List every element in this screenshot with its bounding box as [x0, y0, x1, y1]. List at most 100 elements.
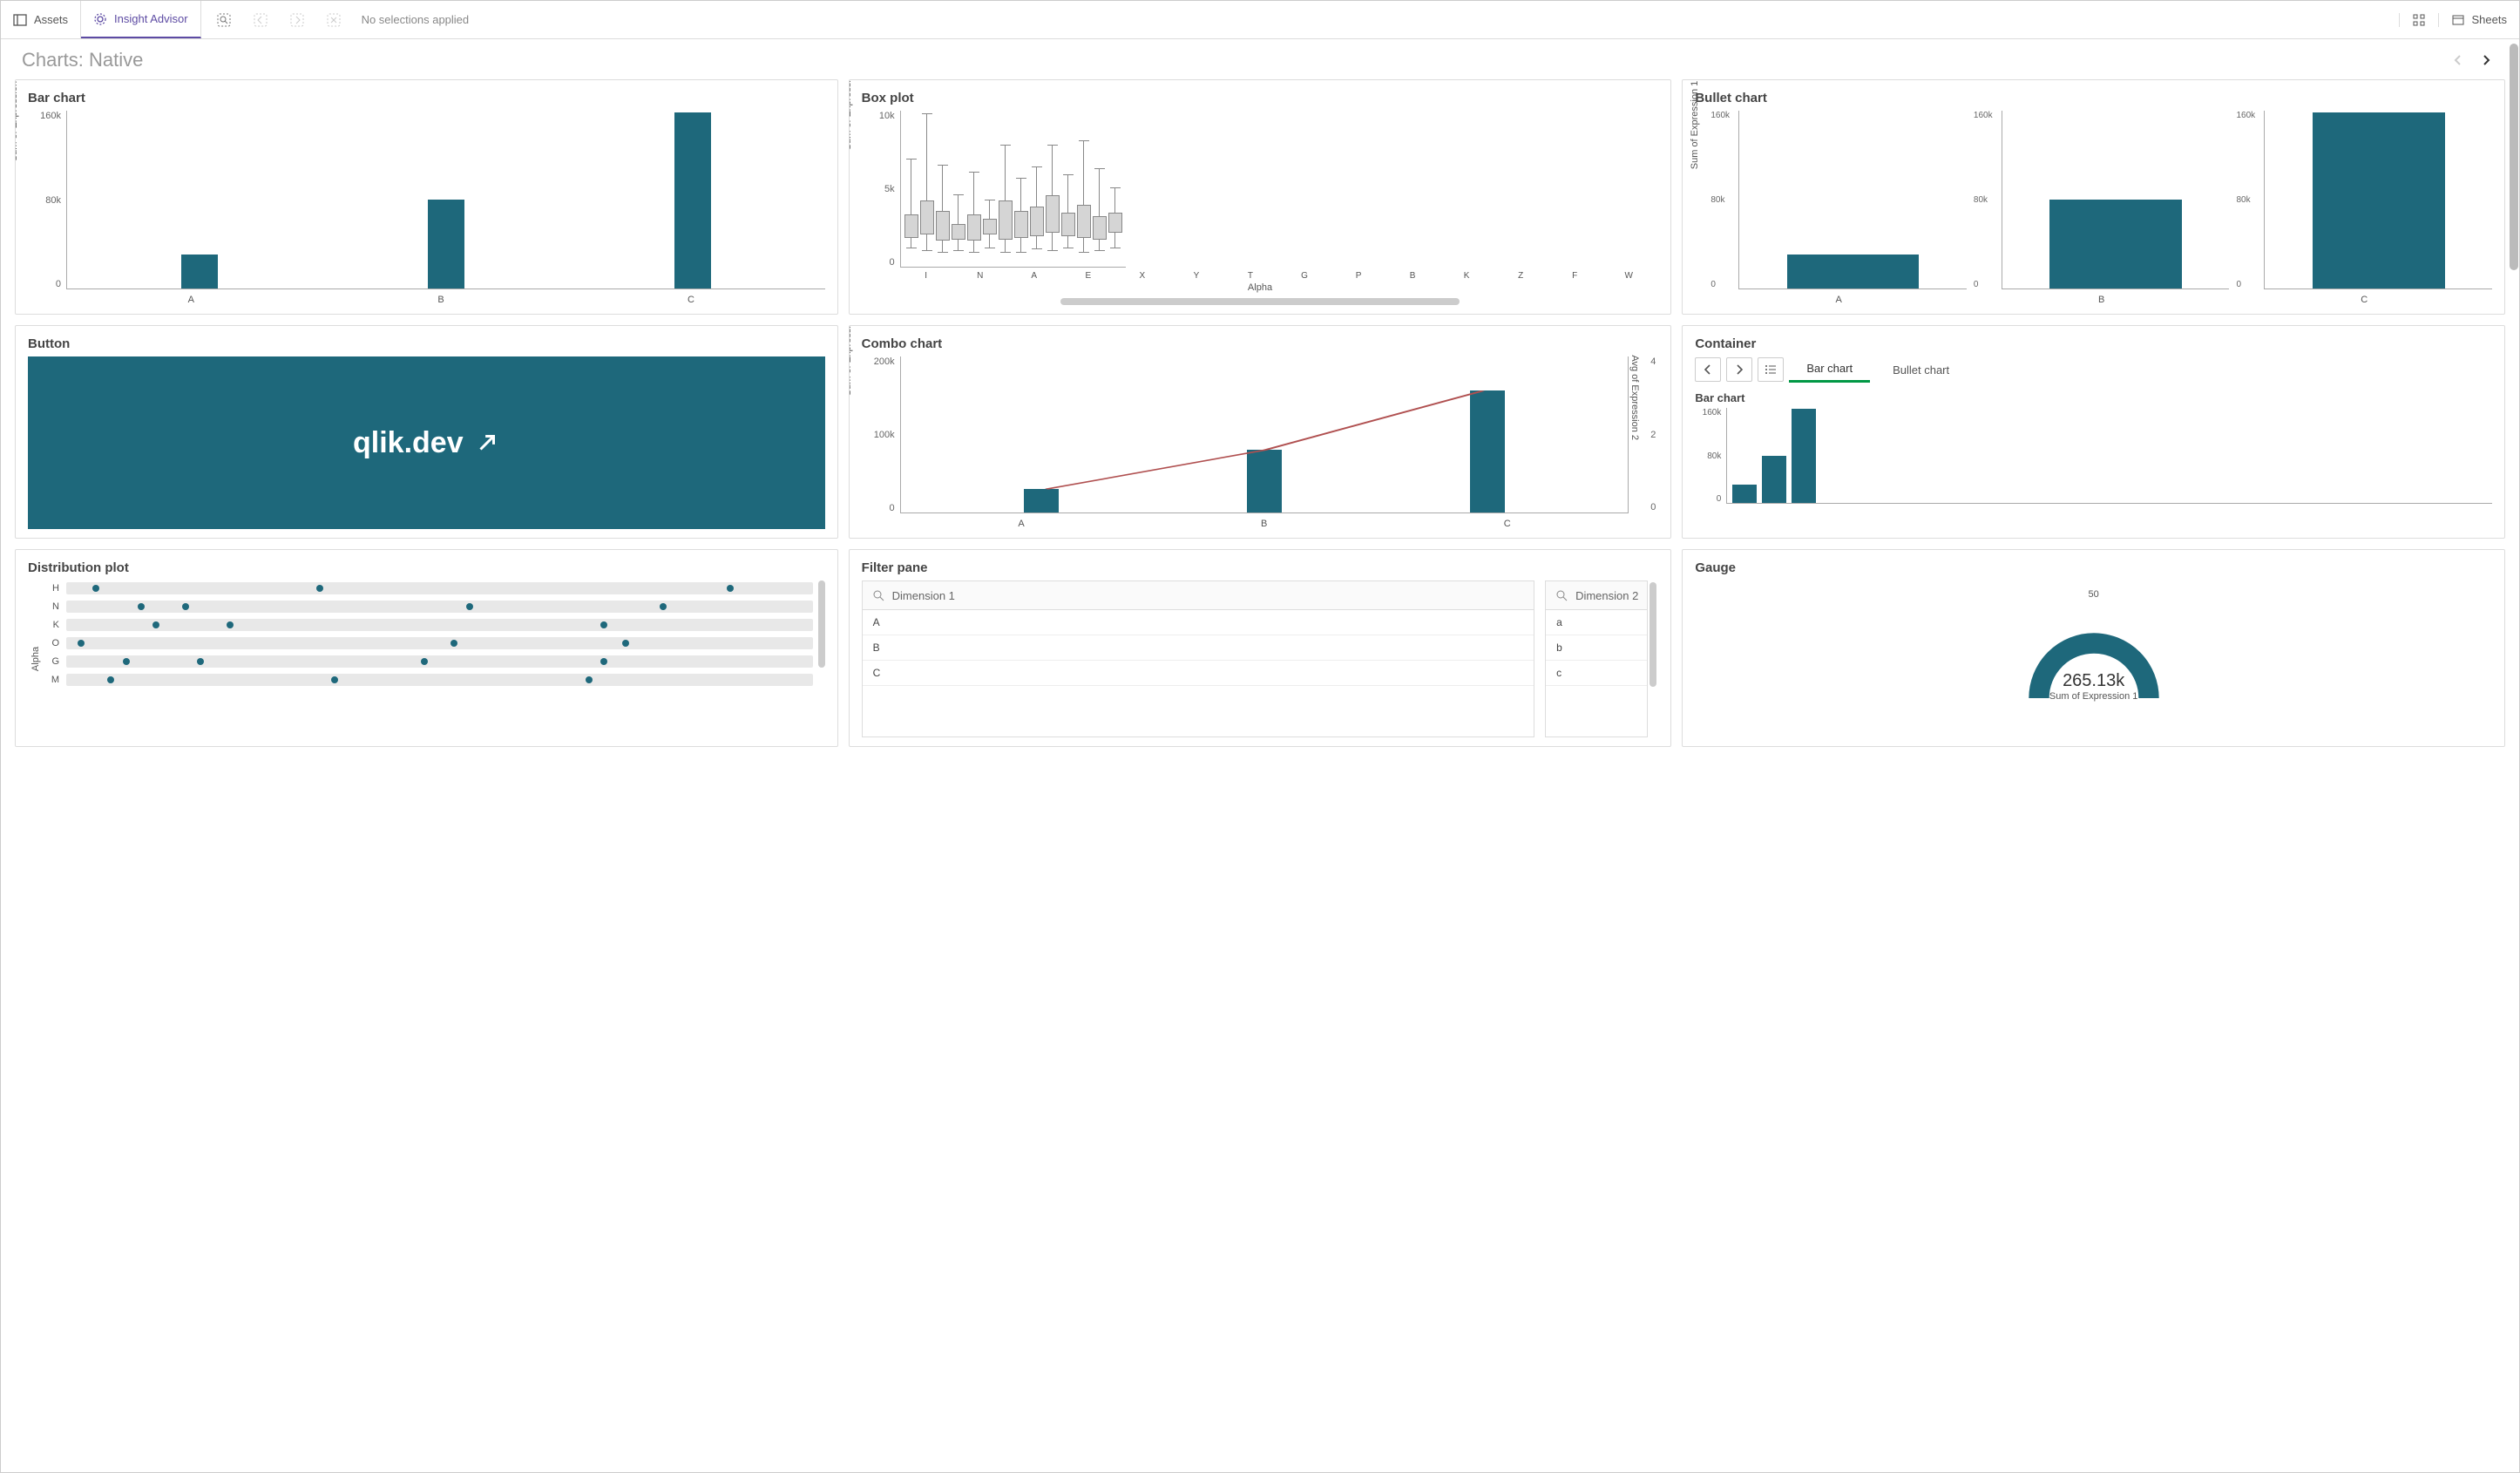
- dist-point[interactable]: [182, 603, 189, 610]
- toolbar-right: Sheets: [2399, 1, 2519, 38]
- filter-head-1[interactable]: Dimension 1: [863, 581, 1534, 610]
- card-distribution-plot[interactable]: Distribution plot Alpha HNKOGM: [15, 549, 838, 747]
- box-item-G[interactable]: [1014, 111, 1028, 267]
- step-forward-button[interactable]: [283, 8, 311, 32]
- container-prev-tab[interactable]: [1695, 357, 1721, 382]
- dist-point[interactable]: [421, 658, 428, 665]
- step-back-button[interactable]: [247, 8, 274, 32]
- dist-point[interactable]: [92, 585, 99, 592]
- dist-row-G[interactable]: G: [44, 654, 813, 669]
- card-bullet-chart[interactable]: Bullet chart Sum of Expression 1 160k80k…: [1682, 79, 2505, 315]
- dist-v-scrollbar[interactable]: [818, 580, 825, 668]
- filter-col-2-wrap: Dimension 2 a b c: [1545, 580, 1658, 737]
- page-v-scrollbar[interactable]: [2510, 44, 2518, 270]
- box-item-E[interactable]: [952, 111, 965, 267]
- dist-body: HNKOGM: [44, 580, 813, 737]
- box-item-Z[interactable]: [1077, 111, 1091, 267]
- box-y-axis: Sum of Expression 1 10k 5k 0: [862, 111, 900, 268]
- dist-point[interactable]: [622, 640, 629, 647]
- dist-point[interactable]: [450, 640, 457, 647]
- box-item-B[interactable]: [1046, 111, 1060, 267]
- dist-point[interactable]: [331, 676, 338, 683]
- filter-item[interactable]: a: [1546, 610, 1647, 635]
- list-icon: [1764, 363, 1778, 377]
- clear-selections-button[interactable]: [320, 8, 348, 32]
- box-h-scrollbar[interactable]: [1060, 298, 1459, 305]
- box-item-X[interactable]: [967, 111, 981, 267]
- top-toolbar: Assets Insight Advisor No selections app…: [1, 1, 2519, 39]
- dist-point[interactable]: [600, 658, 607, 665]
- container-bar-B[interactable]: [1762, 456, 1786, 504]
- dist-row-O[interactable]: O: [44, 635, 813, 651]
- chevron-left-icon: [2451, 53, 2465, 67]
- container-tab-bar[interactable]: Bar chart: [1789, 356, 1870, 383]
- dist-point[interactable]: [227, 621, 234, 628]
- dist-point[interactable]: [78, 640, 85, 647]
- next-sheet-button[interactable]: [2474, 48, 2498, 72]
- card-container[interactable]: Container Bar chart Bullet chart Bar cha…: [1682, 325, 2505, 539]
- box-item-N[interactable]: [920, 111, 934, 267]
- sheets-button[interactable]: Sheets: [2438, 13, 2519, 27]
- container-tab-list-button[interactable]: [1758, 357, 1784, 382]
- qlik-dev-button[interactable]: qlik.dev: [28, 356, 825, 529]
- dist-point[interactable]: [600, 621, 607, 628]
- bullet-bar-C[interactable]: [2313, 112, 2445, 288]
- filter-item[interactable]: A: [863, 610, 1534, 635]
- filter-item[interactable]: b: [1546, 635, 1647, 661]
- smart-search-button[interactable]: [210, 8, 238, 32]
- assets-button[interactable]: Assets: [1, 1, 81, 38]
- container-bar-A[interactable]: [1732, 485, 1757, 503]
- dist-point[interactable]: [197, 658, 204, 665]
- container-bar-C[interactable]: [1792, 409, 1816, 503]
- dist-point[interactable]: [586, 676, 593, 683]
- card-bar-chart[interactable]: Bar chart Sum of Expression 1 160k 80k 0: [15, 79, 838, 315]
- insight-advisor-button[interactable]: Insight Advisor: [81, 1, 201, 38]
- box-item-K[interactable]: [1061, 111, 1075, 267]
- combo-bar-A[interactable]: [1024, 489, 1059, 512]
- combo-bar-C[interactable]: [1470, 390, 1505, 512]
- box-item-Y[interactable]: [983, 111, 997, 267]
- dist-row-H[interactable]: H: [44, 580, 813, 596]
- container-tab-bullet[interactable]: Bullet chart: [1875, 358, 1967, 382]
- bar-C[interactable]: [674, 112, 711, 288]
- combo-y-right: 4 2 0: [1650, 356, 1656, 512]
- dist-point[interactable]: [152, 621, 159, 628]
- card-box-plot[interactable]: Box plot Sum of Expression 1 10k 5k 0 IN…: [849, 79, 1672, 315]
- filter-item[interactable]: c: [1546, 661, 1647, 686]
- dist-point[interactable]: [727, 585, 734, 592]
- box-item-A[interactable]: [936, 111, 950, 267]
- sheet-nav: [2446, 48, 2498, 72]
- container-next-tab[interactable]: [1726, 357, 1752, 382]
- dist-point[interactable]: [316, 585, 323, 592]
- dist-point[interactable]: [107, 676, 114, 683]
- box-item-I[interactable]: [904, 111, 918, 267]
- dist-point[interactable]: [466, 603, 473, 610]
- card-gauge[interactable]: Gauge 50 265.13k Sum of Expression 1: [1682, 549, 2505, 747]
- box-item-W[interactable]: [1108, 111, 1122, 267]
- bullet-bar-B[interactable]: [2049, 200, 2182, 288]
- dist-point[interactable]: [660, 603, 667, 610]
- filter-head-2[interactable]: Dimension 2: [1546, 581, 1647, 610]
- dist-point[interactable]: [138, 603, 145, 610]
- dist-row-N[interactable]: N: [44, 599, 813, 614]
- bookmarks-button[interactable]: [2399, 13, 2438, 27]
- box-item-P[interactable]: [1030, 111, 1044, 267]
- combo-bar-B[interactable]: [1247, 450, 1282, 512]
- card-combo-chart[interactable]: Combo chart Sum of Expression 1 200k 100…: [849, 325, 1672, 539]
- filter-item[interactable]: B: [863, 635, 1534, 661]
- bullet-bar-A[interactable]: [1787, 255, 1920, 288]
- dist-point[interactable]: [123, 658, 130, 665]
- card-filter-pane[interactable]: Filter pane Dimension 1 A B C: [849, 549, 1672, 747]
- prev-sheet-button[interactable]: [2446, 48, 2470, 72]
- assets-label: Assets: [34, 13, 68, 26]
- box-item-F[interactable]: [1093, 111, 1107, 267]
- bar-A[interactable]: [181, 255, 218, 288]
- filter-v-scrollbar[interactable]: [1650, 582, 1656, 687]
- dist-row-K[interactable]: K: [44, 617, 813, 633]
- dist-area: Alpha HNKOGM: [28, 580, 825, 737]
- filter-item[interactable]: C: [863, 661, 1534, 686]
- bar-B[interactable]: [428, 200, 464, 288]
- dist-row-M[interactable]: M: [44, 672, 813, 688]
- container-title: Container: [1695, 336, 2492, 351]
- box-item-T[interactable]: [999, 111, 1013, 267]
